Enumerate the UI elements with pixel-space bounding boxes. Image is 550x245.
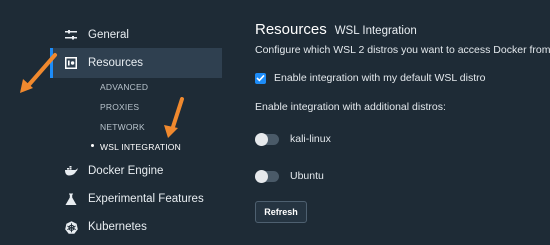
settings-sidebar: General Resources ADVANCED PROXIES NETWO… — [0, 0, 222, 245]
helm-wheel-icon — [64, 220, 78, 234]
sidebar-subitem-wsl-integration[interactable]: WSL INTEGRATION — [100, 142, 181, 152]
sidebar-item-label: General — [88, 29, 129, 41]
sidebar-item-label: Resources — [88, 57, 143, 69]
default-distro-option: Enable integration with my default WSL d… — [255, 72, 485, 84]
toggle-knob — [255, 169, 268, 183]
sidebar-subitem-proxies[interactable]: PROXIES — [100, 102, 139, 112]
kali-linux-toggle[interactable] — [255, 132, 279, 146]
default-distro-checkbox[interactable] — [255, 72, 266, 84]
sidebar-subitem-advanced[interactable]: ADVANCED — [100, 82, 148, 92]
whale-icon — [64, 164, 78, 178]
refresh-button[interactable]: Refresh — [255, 201, 307, 223]
flask-icon — [64, 192, 78, 206]
resources-icon — [64, 56, 78, 70]
sidebar-item-resources[interactable]: Resources — [50, 48, 222, 78]
sidebar-item-label: Experimental Features — [88, 193, 204, 205]
distro-row: kali-linux — [255, 132, 331, 146]
ubuntu-toggle[interactable] — [255, 169, 279, 183]
distro-row: Ubuntu — [255, 169, 324, 183]
page-title: Resources — [255, 21, 327, 38]
annotation-arrow-icon — [20, 53, 57, 93]
additional-distros-label: Enable integration with additional distr… — [255, 101, 446, 113]
sidebar-item-docker-engine[interactable]: Docker Engine — [50, 156, 222, 186]
annotation-arrow-icon — [164, 97, 184, 138]
sliders-icon — [64, 28, 78, 42]
sidebar-item-kubernetes[interactable]: Kubernetes — [50, 212, 222, 242]
distro-name: Ubuntu — [290, 170, 324, 182]
page-description: Configure which WSL 2 distros you want t… — [255, 44, 550, 56]
checkmark-icon — [256, 74, 265, 82]
sidebar-item-experimental-features[interactable]: Experimental Features — [50, 184, 222, 214]
sidebar-item-label: Docker Engine — [88, 165, 164, 177]
sidebar-subitem-network[interactable]: NETWORK — [100, 122, 145, 132]
page-subtitle: WSL Integration — [334, 25, 417, 37]
sidebar-item-general[interactable]: General — [50, 20, 222, 50]
sidebar-item-label: Kubernetes — [88, 221, 147, 233]
page-header: Resources WSL Integration — [255, 21, 417, 38]
main-panel: Resources WSL Integration Configure whic… — [255, 0, 550, 245]
active-bullet-icon — [91, 144, 94, 147]
default-distro-label: Enable integration with my default WSL d… — [274, 72, 486, 84]
distro-name: kali-linux — [290, 133, 331, 145]
toggle-knob — [255, 132, 268, 146]
